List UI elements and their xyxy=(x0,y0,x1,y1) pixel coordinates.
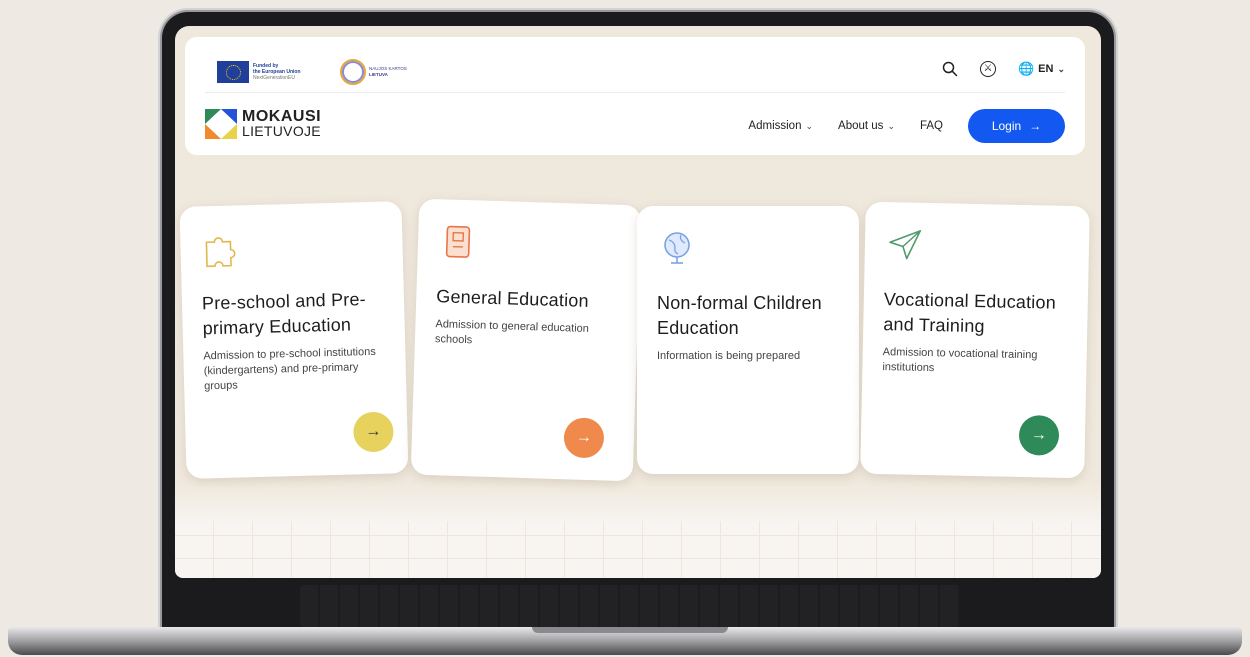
search-icon[interactable] xyxy=(942,61,958,77)
card-arrow-button[interactable]: → xyxy=(563,417,605,459)
card-description: Admission to pre-school institutions (ki… xyxy=(203,345,376,393)
eu-funding-text: Funded by the European Union NextGenerat… xyxy=(253,63,301,81)
partner-emblem-icon xyxy=(340,59,366,85)
accessibility-icon[interactable]: ⚔ xyxy=(979,61,996,77)
eu-funding-logo[interactable]: Funded by the European Union NextGenerat… xyxy=(217,61,313,83)
book-icon xyxy=(445,225,471,258)
brand-mark-icon xyxy=(205,109,237,139)
language-selector[interactable]: 🌐 EN ⌄ xyxy=(1018,61,1065,77)
keyboard-reflection xyxy=(300,585,960,627)
site-header: Funded by the European Union NextGenerat… xyxy=(185,37,1085,155)
laptop-notch xyxy=(532,627,728,633)
puzzle-icon xyxy=(205,237,236,268)
login-button[interactable]: Login → xyxy=(968,109,1065,143)
nav-about-us[interactable]: About us ⌄ xyxy=(838,120,895,132)
card-description: Admission to vocational training institu… xyxy=(882,346,1038,375)
globe-icon: 🌐 xyxy=(1017,61,1035,76)
arrow-right-icon: → xyxy=(1029,119,1042,133)
nav-admission[interactable]: Admission ⌄ xyxy=(748,120,813,132)
site-logo[interactable]: MOKAUSI LIETUVOJE xyxy=(205,109,321,139)
card-title: Non-formal Children Education xyxy=(657,293,822,338)
partner-logo[interactable]: NAUJOS KARTOS LIETUVA xyxy=(340,59,429,85)
card-description: Information is being prepared xyxy=(657,350,801,362)
chevron-down-icon: ⌄ xyxy=(1057,63,1065,74)
card-description: Admission to general education schools xyxy=(434,318,590,347)
language-label: EN xyxy=(1038,63,1054,75)
top-actions: ⚔ 🌐 EN ⌄ xyxy=(942,61,1065,77)
brand-name: MOKAUSI LIETUVOJE xyxy=(242,108,322,139)
card-preschool[interactable]: Pre-school and Pre-primary Education Adm… xyxy=(179,201,409,479)
paper-plane-icon xyxy=(889,230,922,260)
grid-floor xyxy=(175,521,1101,578)
eu-flag-icon xyxy=(217,61,249,83)
partner-logo-text: NAUJOS KARTOS LIETUVA xyxy=(369,66,407,77)
card-title: General Education xyxy=(436,286,590,311)
globe-icon xyxy=(664,232,690,264)
card-title: Pre-school and Pre-primary Education xyxy=(201,289,367,339)
card-vocational-education[interactable]: Vocational Education and Training Admiss… xyxy=(860,201,1090,479)
main-nav: Admission ⌄ About us ⌄ FAQ Login → xyxy=(748,109,1065,143)
card-arrow-button[interactable]: → xyxy=(1018,414,1060,456)
laptop-screen: Funded by the European Union NextGenerat… xyxy=(175,26,1101,578)
chevron-down-icon: ⌄ xyxy=(805,120,814,131)
top-bar: Funded by the European Union NextGenerat… xyxy=(205,47,1065,93)
chevron-down-icon: ⌄ xyxy=(887,120,895,131)
floor-glow xyxy=(175,481,1101,526)
card-general-education[interactable]: General Education Admission to general e… xyxy=(410,198,642,482)
card-title: Vocational Education and Training xyxy=(883,289,1057,337)
card-nonformal-education[interactable]: Non-formal Children Education Informatio… xyxy=(637,206,859,474)
nav-faq[interactable]: FAQ xyxy=(920,120,943,132)
card-arrow-button[interactable]: → xyxy=(352,411,394,453)
